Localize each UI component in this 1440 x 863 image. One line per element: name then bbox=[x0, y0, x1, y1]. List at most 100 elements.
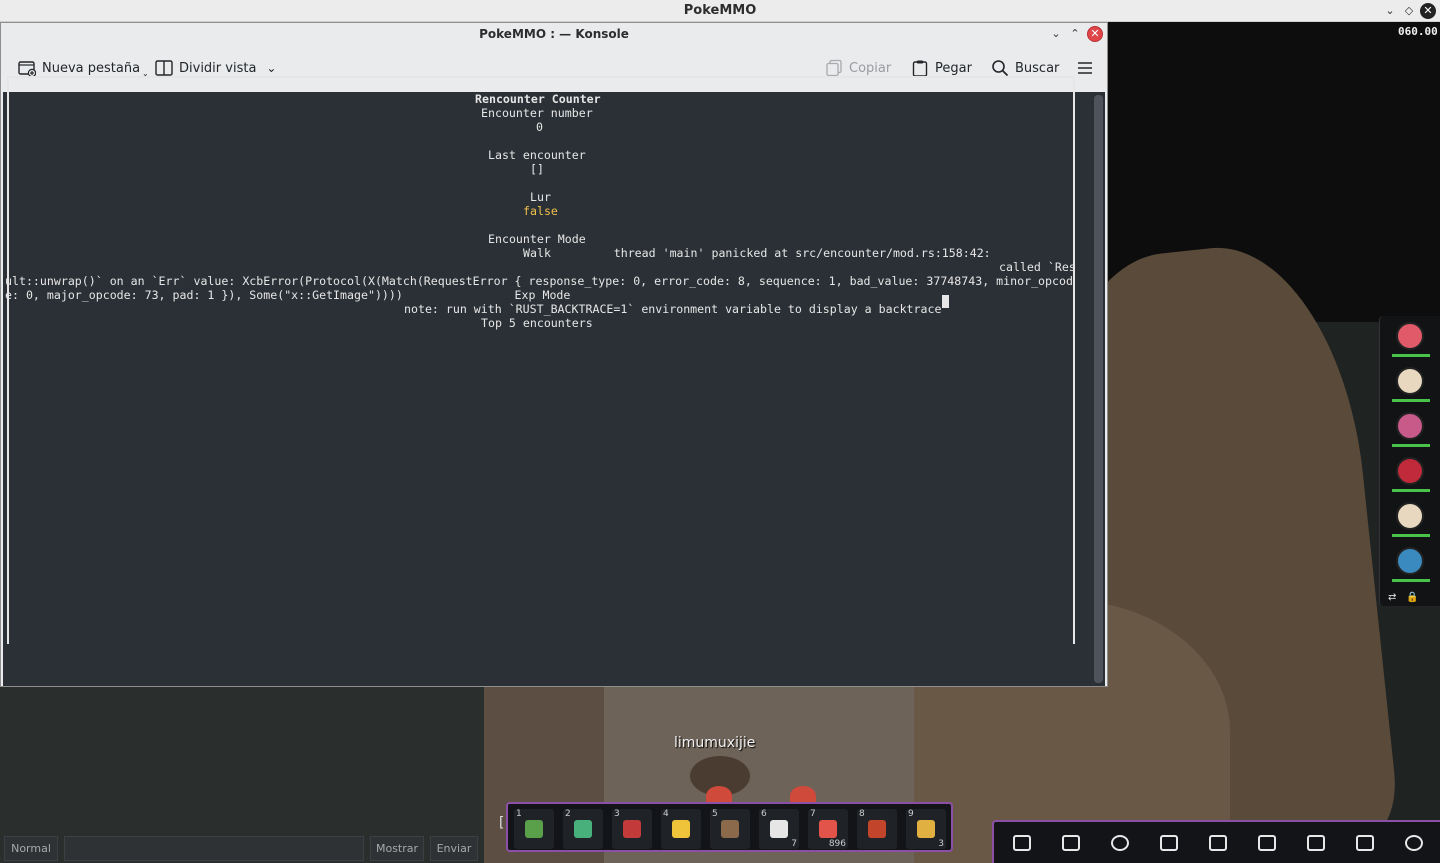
party-slot[interactable] bbox=[1390, 320, 1430, 360]
minimize-icon[interactable]: ⌄ bbox=[1382, 3, 1398, 19]
game-titlebar: PokeMMO ⌄ ◇ ✕ bbox=[0, 0, 1440, 22]
gift-icon bbox=[1356, 835, 1374, 851]
friends-icon bbox=[1111, 835, 1129, 851]
search-label: Buscar bbox=[1015, 60, 1060, 76]
settings-button[interactable] bbox=[1401, 830, 1427, 856]
close-icon[interactable]: ✕ bbox=[1087, 26, 1103, 42]
hotbar-slot-number: 1 bbox=[516, 809, 522, 819]
chevron-down-icon[interactable]: ⌄ bbox=[266, 61, 276, 75]
disc-icon bbox=[770, 820, 788, 838]
hp-bar bbox=[1392, 534, 1430, 537]
stats-button[interactable] bbox=[1254, 830, 1280, 856]
paste-label: Pegar bbox=[935, 60, 972, 76]
party-slot[interactable] bbox=[1390, 410, 1430, 450]
pokemon-icon bbox=[1396, 367, 1424, 395]
hotbar-slot-number: 2 bbox=[565, 809, 571, 819]
pokedex-icon bbox=[1209, 835, 1227, 851]
fps-counter: 060.00 bbox=[1398, 25, 1438, 38]
trophy-icon bbox=[1160, 835, 1178, 851]
fishing-item-icon bbox=[574, 820, 592, 838]
new-tab-label: Nueva pestaña bbox=[42, 60, 141, 76]
hotbar-slot[interactable]: 3 bbox=[612, 809, 652, 849]
swap-icon[interactable]: ⇄ bbox=[1388, 592, 1396, 603]
close-icon[interactable]: ✕ bbox=[1420, 3, 1436, 19]
konsole-window-title: PokeMMO : — Konsole bbox=[479, 27, 629, 41]
hotbar-slot-number: 5 bbox=[712, 809, 718, 819]
pokemon-icon bbox=[1396, 502, 1424, 530]
mail-icon bbox=[1307, 835, 1325, 851]
settings-icon bbox=[1405, 835, 1423, 851]
terminal-line: Top 5 encounters bbox=[481, 316, 593, 330]
chat-send-button[interactable]: Enviar bbox=[430, 836, 478, 861]
maximize-icon[interactable]: ⌃ bbox=[1067, 26, 1083, 42]
pokemon-icon bbox=[1396, 457, 1424, 485]
trainer-card-icon bbox=[1062, 835, 1080, 851]
hamburger-menu-button[interactable] bbox=[1076, 57, 1100, 79]
party-slot[interactable] bbox=[1390, 365, 1430, 405]
hp-bar bbox=[1392, 399, 1430, 402]
party-slot[interactable] bbox=[1390, 455, 1430, 495]
terminal-line: false bbox=[523, 204, 558, 218]
konsole-titlebar: PokeMMO : — Konsole ⌄ ⌃ ✕ bbox=[1, 23, 1107, 45]
terminal-scrollbar[interactable] bbox=[1094, 95, 1103, 683]
player-name-label: limumuxijie bbox=[674, 735, 756, 751]
hotbar-slot[interactable]: 8 bbox=[857, 809, 897, 849]
terminal-cursor bbox=[942, 295, 949, 308]
party-slot[interactable] bbox=[1390, 500, 1430, 540]
game-menu-bar bbox=[992, 820, 1440, 863]
terminal-line: e: 0, major_opcode: 73, pad: 1 }), Some(… bbox=[5, 288, 571, 302]
hotbar-slot-number: 6 bbox=[761, 809, 767, 819]
minimize-icon[interactable]: ⌄ bbox=[1048, 26, 1064, 42]
friends-button[interactable] bbox=[1107, 830, 1133, 856]
terminal-line: Lur bbox=[530, 190, 551, 204]
hotbar-slot-quantity: 3 bbox=[938, 839, 944, 849]
hotbar-slot-quantity: 7 bbox=[791, 839, 797, 849]
trophy-button[interactable] bbox=[1156, 830, 1182, 856]
pokedex-button[interactable] bbox=[1205, 830, 1231, 856]
lock-icon[interactable]: 🔒 bbox=[1406, 592, 1418, 603]
bicycle-icon bbox=[623, 820, 641, 838]
hotbar-slot-number: 4 bbox=[663, 809, 669, 819]
pickaxe-icon bbox=[721, 820, 739, 838]
gift-button[interactable] bbox=[1352, 830, 1378, 856]
party-sidebar: ⇄ 🔒 bbox=[1379, 316, 1440, 606]
terminal-line: Last encounter bbox=[488, 148, 586, 162]
chat-show-button[interactable]: Mostrar bbox=[370, 836, 424, 861]
hp-bar bbox=[1392, 489, 1430, 492]
terminal-line: Encounter number bbox=[481, 106, 593, 120]
copy-label: Copiar bbox=[849, 60, 892, 76]
hotbar-bracket: [ bbox=[497, 815, 506, 831]
trainer-card-button[interactable] bbox=[1058, 830, 1084, 856]
paste-icon bbox=[911, 59, 929, 77]
hotbar: 1 2 3 4 5 6 7 7 896 8 9 3 bbox=[506, 802, 953, 852]
hotbar-slot[interactable]: 2 bbox=[563, 809, 603, 849]
town-map-icon bbox=[525, 820, 543, 838]
party-slot[interactable] bbox=[1390, 545, 1430, 585]
hotbar-slot[interactable]: 4 bbox=[661, 809, 701, 849]
bag-button[interactable] bbox=[1009, 830, 1035, 856]
rod-icon bbox=[868, 820, 886, 838]
terminal-line: called `Res bbox=[999, 260, 1076, 274]
terminal-line: Encounter Mode bbox=[488, 232, 586, 246]
split-view-icon bbox=[155, 59, 173, 77]
maximize-icon[interactable]: ◇ bbox=[1401, 3, 1417, 19]
terminal-line: note: run with `RUST_BACKTRACE=1` enviro… bbox=[404, 302, 942, 316]
chat-input[interactable] bbox=[64, 836, 364, 861]
stats-icon bbox=[1258, 835, 1276, 851]
hotbar-slot[interactable]: 93 bbox=[906, 809, 946, 849]
hotbar-slot[interactable]: 5 bbox=[710, 809, 750, 849]
hotbar-slot-quantity: 896 bbox=[828, 839, 846, 849]
hotbar-slot-number: 7 bbox=[810, 809, 816, 819]
hotbar-slot[interactable]: 7 896 bbox=[808, 809, 848, 849]
hp-bar bbox=[1392, 444, 1430, 447]
scrollbar-thumb[interactable] bbox=[1094, 95, 1103, 683]
hotbar-slot[interactable]: 1 bbox=[514, 809, 554, 849]
berry-icon bbox=[819, 820, 837, 838]
hotbar-slot[interactable]: 67 bbox=[759, 809, 799, 849]
search-icon bbox=[991, 59, 1009, 77]
hp-bar bbox=[1392, 354, 1430, 357]
mail-button[interactable] bbox=[1303, 830, 1329, 856]
chat-mode-button[interactable]: Normal bbox=[4, 836, 58, 861]
terminal-line: [] bbox=[530, 162, 544, 176]
bag-icon bbox=[1013, 835, 1031, 851]
